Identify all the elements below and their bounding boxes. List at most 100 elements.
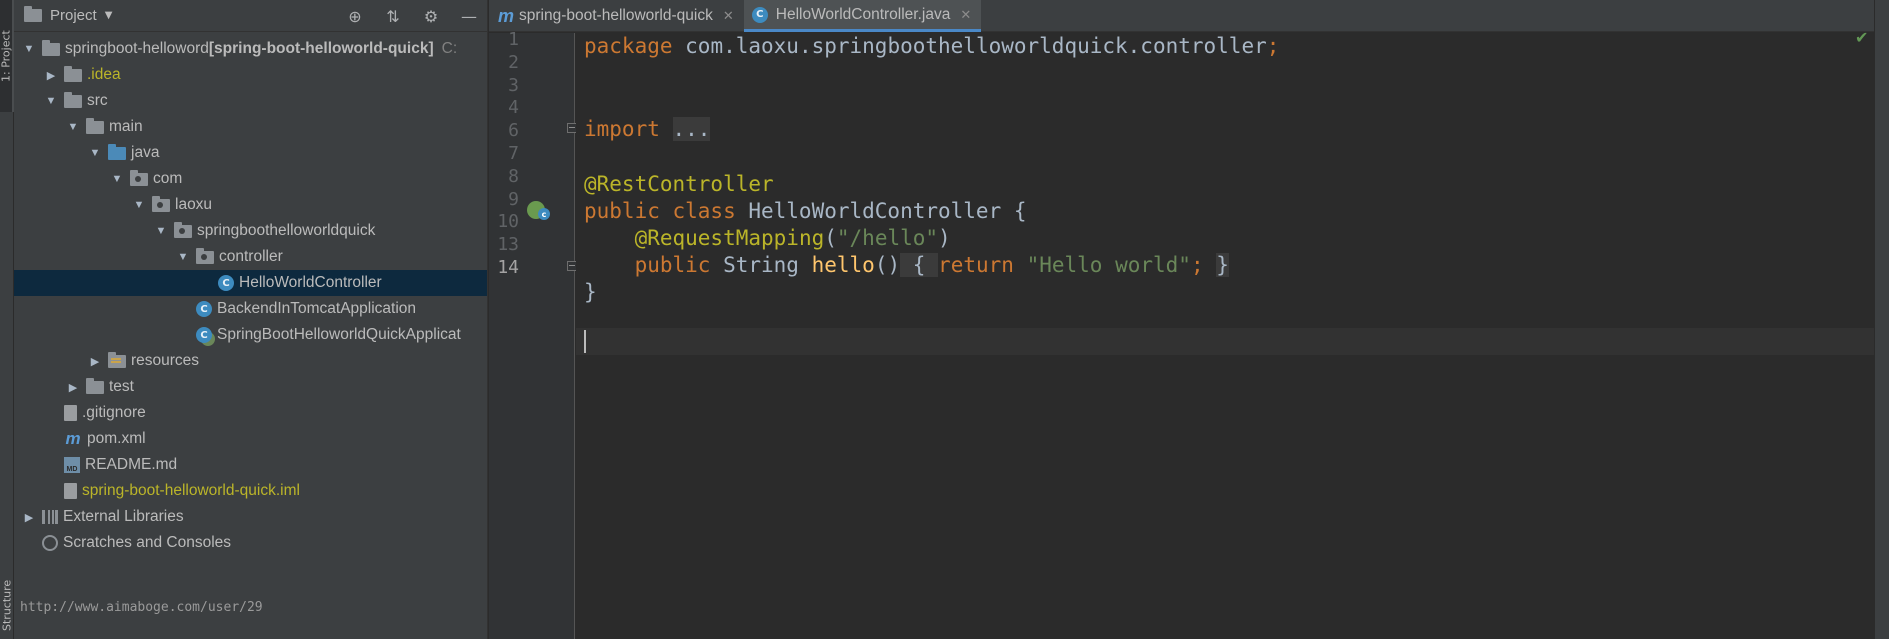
tree-item[interactable]: ▼ java bbox=[14, 140, 487, 166]
tree-item[interactable]: ▼ springboot-helloword [spring-boot-hello… bbox=[14, 36, 487, 62]
package-icon bbox=[152, 195, 170, 212]
tree-item[interactable]: ▼ com bbox=[14, 166, 487, 192]
folded-imports[interactable]: ... bbox=[672, 117, 711, 141]
chevron-down-icon[interactable]: ▼ bbox=[105, 10, 113, 21]
folded-body-open[interactable]: { bbox=[900, 253, 939, 277]
line-number: 9 bbox=[508, 189, 519, 210]
expand-down-icon[interactable]: ▼ bbox=[44, 95, 58, 107]
tree-item[interactable]: Scratches and Consoles bbox=[14, 530, 487, 556]
package-icon bbox=[196, 247, 214, 264]
expand-down-icon[interactable]: ▼ bbox=[176, 251, 190, 263]
text-caret bbox=[584, 330, 586, 353]
tab-pom[interactable]: m spring-boot-helloworld-quick ✕ bbox=[489, 0, 744, 32]
module-path: C: bbox=[441, 40, 458, 57]
tree-item-label: .gitignore bbox=[82, 404, 146, 421]
current-line-highlight bbox=[576, 328, 1874, 355]
tree-item-label: java bbox=[131, 144, 160, 161]
tree-item[interactable]: C BackendInTomcatApplication bbox=[14, 296, 487, 322]
collapse-all-icon[interactable]: ⇅ bbox=[383, 7, 403, 26]
tree-item[interactable]: ▶ resources bbox=[14, 348, 487, 374]
gear-icon[interactable]: ⚙ bbox=[421, 7, 441, 26]
expand-right-icon[interactable]: ▶ bbox=[66, 381, 80, 394]
line-number: 3 bbox=[508, 75, 519, 96]
code-line-1: package com.laoxu.springboothelloworldqu… bbox=[584, 33, 1279, 60]
annotation: @RestController bbox=[584, 172, 774, 196]
expand-right-icon[interactable]: ▶ bbox=[44, 69, 58, 82]
tree-item-label: src bbox=[87, 92, 108, 109]
code-line-8: public class HelloWorldController { bbox=[584, 198, 1027, 225]
markdown-icon: MD bbox=[64, 457, 80, 473]
tree-item[interactable]: ▼ controller bbox=[14, 244, 487, 270]
structure-tool-tab[interactable]: Structure bbox=[0, 571, 14, 639]
line-number: 10 bbox=[497, 211, 519, 232]
close-icon[interactable]: ✕ bbox=[723, 8, 734, 24]
tree-item-label: SpringBootHelloworldQuickApplicat bbox=[217, 326, 461, 343]
tree-item-label: pom.xml bbox=[87, 430, 146, 447]
folded-body-close[interactable]: } bbox=[1216, 253, 1229, 277]
keyword: public bbox=[634, 253, 711, 277]
tree-item[interactable]: ▶ External Libraries bbox=[14, 504, 487, 530]
code-editor[interactable]: package com.laoxu.springboothelloworldqu… bbox=[576, 33, 1874, 639]
tree-item[interactable]: MD README.md bbox=[14, 452, 487, 478]
editor-tab-bar: m spring-boot-helloworld-quick ✕ C Hello… bbox=[489, 0, 1874, 32]
expand-down-icon[interactable]: ▼ bbox=[154, 225, 168, 237]
expand-down-icon[interactable]: ▼ bbox=[132, 199, 146, 211]
module-folder-icon bbox=[42, 39, 60, 56]
class-icon: C bbox=[196, 301, 212, 317]
tree-item[interactable]: spring-boot-helloworld-quick.iml bbox=[14, 478, 487, 504]
project-panel-title[interactable]: Project bbox=[50, 7, 97, 24]
tree-item-label: laoxu bbox=[175, 196, 213, 213]
right-tool-strip: ✔ bbox=[1855, 0, 1889, 639]
tree-item-label: .idea bbox=[87, 66, 121, 83]
package-icon bbox=[130, 169, 148, 186]
folder-icon bbox=[64, 91, 82, 108]
tree-item[interactable]: ▼ main bbox=[14, 114, 487, 140]
tab-label: HelloWorldController.java bbox=[775, 5, 951, 23]
locate-file-icon[interactable]: ⊕ bbox=[345, 7, 365, 26]
package-icon bbox=[174, 221, 192, 238]
tree-item[interactable]: ▶ test bbox=[14, 374, 487, 400]
editor-gutter: 1 2 3 4 6 7 8 9 10 13 14 bbox=[489, 29, 577, 639]
tree-item[interactable]: C HelloWorldController bbox=[14, 270, 487, 296]
line-number: 1 bbox=[508, 29, 519, 50]
project-panel-toolbar: ⊕ ⇅ ⚙ — bbox=[345, 0, 479, 32]
expand-down-icon[interactable]: ▼ bbox=[88, 147, 102, 159]
module-name: [spring-boot-helloworld-quick] bbox=[208, 40, 434, 57]
expand-right-icon[interactable]: ▶ bbox=[22, 511, 36, 524]
line-number: 8 bbox=[508, 166, 519, 187]
folder-icon bbox=[86, 117, 104, 134]
tab-helloworldcontroller[interactable]: C HelloWorldController.java ✕ bbox=[743, 0, 982, 32]
maven-icon: m bbox=[65, 429, 81, 448]
tree-item[interactable]: m pom.xml bbox=[14, 426, 487, 452]
tree-item[interactable]: ▼ src bbox=[14, 88, 487, 114]
spring-bean-icon[interactable] bbox=[527, 201, 550, 220]
class-declaration: HelloWorldController { bbox=[735, 199, 1027, 223]
code-line-13: } bbox=[584, 279, 597, 306]
tree-item[interactable]: ▼ laoxu bbox=[14, 192, 487, 218]
close-icon[interactable]: ✕ bbox=[960, 7, 971, 23]
expand-down-icon[interactable]: ▼ bbox=[110, 173, 124, 185]
string-literal: "/hello" bbox=[836, 226, 939, 250]
line-number: 4 bbox=[508, 97, 519, 118]
tree-item[interactable]: .gitignore bbox=[14, 400, 487, 426]
project-tool-tab[interactable]: 1: Project bbox=[0, 0, 14, 112]
checkmark-icon: ✔ bbox=[1855, 28, 1869, 47]
tree-item-label: main bbox=[109, 118, 143, 135]
keyword: return bbox=[938, 253, 1027, 277]
project-panel-header: Project ▼ ⊕ ⇅ ⚙ — bbox=[14, 0, 487, 32]
tree-item[interactable]: ▼ springboothelloworldquick bbox=[14, 218, 487, 244]
closing-brace: } bbox=[584, 280, 597, 304]
code-line-4: import ... bbox=[584, 116, 711, 143]
tree-item[interactable]: ▶ .idea bbox=[14, 62, 487, 88]
folder-icon bbox=[86, 377, 104, 394]
maven-icon: m bbox=[497, 5, 514, 26]
tree-item-label: com bbox=[153, 170, 183, 187]
expand-down-icon[interactable]: ▼ bbox=[66, 121, 80, 133]
expand-down-icon[interactable]: ▼ bbox=[22, 43, 36, 55]
tree-item[interactable]: C SpringBootHelloworldQuickApplicat bbox=[14, 322, 487, 348]
file-icon bbox=[64, 483, 77, 499]
minimize-icon[interactable]: — bbox=[459, 7, 479, 26]
tree-item-label: springboothelloworldquick bbox=[197, 222, 376, 239]
folder-icon bbox=[64, 65, 82, 82]
expand-right-icon[interactable]: ▶ bbox=[88, 355, 102, 368]
